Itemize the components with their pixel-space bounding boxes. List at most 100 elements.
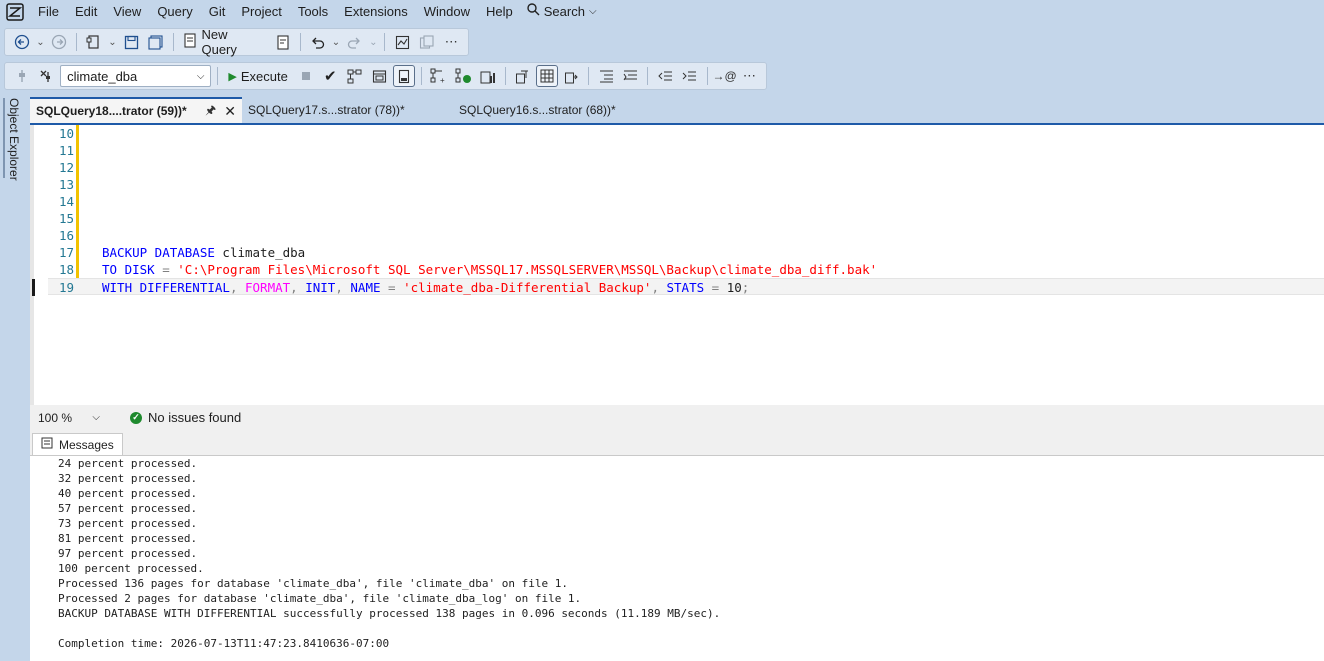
- more-options-icon[interactable]: ⋯: [739, 65, 761, 87]
- increase-indent-icon[interactable]: [679, 65, 701, 87]
- menu-extensions[interactable]: Extensions: [336, 0, 416, 24]
- analysis-query-icon[interactable]: [272, 31, 294, 53]
- messages-panel[interactable]: 24 percent processed. 32 percent process…: [30, 455, 1324, 661]
- tab-sqlquery16[interactable]: SQLQuery16.s...strator (68))*: [453, 97, 622, 123]
- line-number: 11: [58, 143, 74, 158]
- tab-messages[interactable]: Messages: [32, 433, 123, 455]
- sql-keyword: WITH DIFFERENTIAL: [102, 280, 230, 295]
- menu-git[interactable]: Git: [201, 0, 234, 24]
- new-query-button[interactable]: New Query: [179, 27, 268, 57]
- message-line: 32 percent processed.: [58, 472, 198, 485]
- menu-project[interactable]: Project: [233, 0, 289, 24]
- toolbar-separator: [706, 67, 708, 85]
- query-options-icon[interactable]: [369, 65, 391, 87]
- results-to-text-icon[interactable]: [512, 65, 534, 87]
- code-line: 14: [48, 193, 1324, 210]
- code-line: 16: [48, 227, 1324, 244]
- issues-label: No issues found: [148, 410, 242, 425]
- actual-plan-icon[interactable]: +: [428, 65, 450, 87]
- activity-monitor-icon[interactable]: [391, 31, 413, 53]
- redo-dropdown-icon[interactable]: ⌄: [368, 31, 378, 53]
- object-explorer-indicator: [3, 98, 5, 178]
- sql-operator: =: [154, 262, 178, 277]
- code-text: WITH DIFFERENTIAL, FORMAT, INIT, NAME = …: [102, 279, 749, 296]
- close-icon[interactable]: ✕: [224, 103, 236, 120]
- new-query-label: New Query: [201, 27, 237, 57]
- message-line: 81 percent processed.: [58, 532, 198, 545]
- new-project-dropdown-icon[interactable]: ⌄: [108, 31, 118, 53]
- code-line: 18 TO DISK = 'C:\Program Files\Microsoft…: [48, 261, 1324, 278]
- chevron-down-icon: ⌵: [588, 6, 597, 17]
- results-to-grid-icon[interactable]: [536, 65, 558, 87]
- connect-icon[interactable]: [11, 65, 33, 87]
- comment-lines-icon[interactable]: [595, 65, 617, 87]
- back-dropdown-icon[interactable]: ⌄: [36, 31, 46, 53]
- code-line: 15: [48, 210, 1324, 227]
- message-line: 24 percent processed.: [58, 457, 198, 470]
- redo-icon[interactable]: [344, 31, 366, 53]
- standard-toolbar: ⌄ ⌄ New Query ⌄ ⌄ ⋯: [4, 27, 469, 57]
- sql-keyword: INIT: [305, 280, 336, 295]
- pin-icon[interactable]: 🖈: [205, 101, 216, 122]
- sql-operator: =: [380, 280, 404, 295]
- query-editor[interactable]: 10 11 12 13 14 15 16 17 BACKUP DATABASE …: [30, 123, 1324, 405]
- sql-operator: =: [704, 280, 727, 295]
- menu-edit[interactable]: Edit: [67, 0, 105, 24]
- menu-view[interactable]: View: [105, 0, 149, 24]
- tab-sqlquery18[interactable]: SQLQuery18....trator (59))* 🖈 ✕: [30, 97, 242, 123]
- undo-icon[interactable]: [307, 31, 329, 53]
- execute-button[interactable]: ▶ Execute: [224, 65, 291, 87]
- menu-window[interactable]: Window: [416, 0, 478, 24]
- menu-file[interactable]: File: [30, 0, 67, 24]
- toolbar-separator: [420, 67, 422, 85]
- message-line: 100 percent processed.: [58, 562, 204, 575]
- sql-punct: ,: [229, 280, 245, 295]
- menu-tools[interactable]: Tools: [290, 0, 336, 24]
- menu-help[interactable]: Help: [478, 0, 521, 24]
- change-connection-icon[interactable]: [36, 65, 58, 87]
- sql-punct: ,: [651, 280, 667, 295]
- message-line: 73 percent processed.: [58, 517, 198, 530]
- code-line: 17 BACKUP DATABASE climate_dba: [48, 244, 1324, 261]
- execute-label: Execute: [240, 68, 288, 84]
- database-select-value: climate_dba: [67, 68, 138, 84]
- save-all-icon[interactable]: [145, 31, 167, 53]
- toolbar-separator: [172, 33, 174, 51]
- chevron-down-icon: ⌵: [92, 412, 100, 423]
- save-icon[interactable]: [120, 31, 142, 53]
- live-stats-icon[interactable]: [452, 65, 474, 87]
- sql-keyword: NAME: [350, 280, 381, 295]
- sql-number: 10: [726, 280, 742, 295]
- uncomment-lines-icon[interactable]: [620, 65, 642, 87]
- zoom-select[interactable]: 100 % ⌵: [34, 407, 104, 428]
- decrease-indent-icon[interactable]: [654, 65, 676, 87]
- line-number: 10: [58, 126, 74, 141]
- database-select[interactable]: climate_dba ⌵: [60, 65, 212, 87]
- undo-dropdown-icon[interactable]: ⌄: [331, 31, 341, 53]
- search-menu[interactable]: Search ⌵: [521, 0, 603, 24]
- chevron-down-icon: ⌵: [196, 70, 205, 82]
- play-icon: ▶: [228, 70, 237, 83]
- line-number: 13: [58, 177, 74, 192]
- tab-sqlquery17[interactable]: SQLQuery17.s...strator (78))*: [242, 97, 411, 123]
- back-icon[interactable]: [11, 31, 33, 53]
- client-stats-icon[interactable]: [477, 65, 499, 87]
- sql-punct: ,: [290, 280, 306, 295]
- forward-icon[interactable]: [48, 31, 70, 53]
- issues-indicator[interactable]: ✓ No issues found: [130, 410, 241, 425]
- menu-query[interactable]: Query: [149, 0, 200, 24]
- specify-template-values-icon[interactable]: →@: [712, 65, 736, 87]
- object-explorer-tab[interactable]: Object Explorer: [7, 98, 21, 181]
- results-to-file-icon[interactable]: [561, 65, 583, 87]
- editor-status-row: 100 % ⌵ ✓ No issues found: [30, 405, 1324, 430]
- intellisense-toggle-icon[interactable]: [393, 65, 415, 87]
- cancel-query-icon[interactable]: [295, 65, 317, 87]
- properties-icon[interactable]: [416, 31, 438, 53]
- new-project-icon[interactable]: [83, 31, 105, 53]
- line-number: 19: [58, 280, 74, 295]
- parse-check-icon[interactable]: ✔: [319, 65, 341, 87]
- toolbar-separator: [217, 67, 219, 85]
- message-line: BACKUP DATABASE WITH DIFFERENTIAL succes…: [58, 607, 721, 620]
- more-options-icon[interactable]: ⋯: [440, 31, 462, 53]
- estimated-plan-icon[interactable]: [344, 65, 366, 87]
